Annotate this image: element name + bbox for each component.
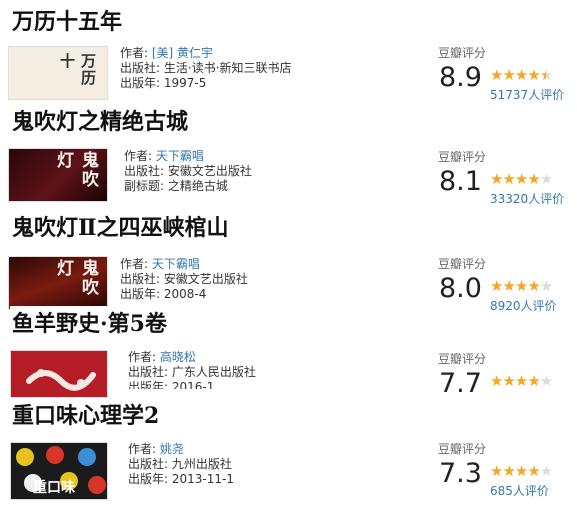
author-label: 作者:: [124, 149, 153, 163]
douban-rating: 豆瓣评分 8.1 ★★★★★ 33320人评价: [438, 148, 573, 216]
book-entry-5: 重口味心理学2 重口味 作者: 姚尧 出版社: 九州出版社 出版年: 2013-…: [0, 398, 577, 500]
book-cover[interactable]: 鬼吹灯: [8, 148, 108, 202]
rating-count-link[interactable]: 33320人评价: [490, 190, 564, 207]
rating-source-label: 豆瓣评分: [438, 46, 487, 60]
star-half-icon: ★: [539, 66, 553, 84]
rating-source-label: 豆瓣评分: [438, 257, 487, 271]
publisher-value: 广东人民出版社: [171, 365, 256, 379]
star-icon: ★★★★: [490, 66, 541, 84]
star-icon: ★★★★: [490, 372, 541, 390]
author-link[interactable]: 天下霸唱: [152, 257, 200, 271]
star-rating: ★★★★★: [490, 462, 553, 480]
publisher-value: 安徽文艺出版社: [167, 164, 252, 178]
author-link[interactable]: 姚尧: [160, 442, 184, 456]
publisher-label: 出版社:: [124, 164, 165, 178]
book-meta: 作者: [美] 黄仁宇 出版社: 生活·读书·新知三联书店 出版年: 1997-…: [120, 46, 292, 91]
rating-score: 8.0: [439, 273, 482, 304]
book-entry-2: 鬼吹灯之精绝古城 鬼吹灯 作者: 天下霸唱 出版社: 安徽文艺出版社 副标题: …: [0, 100, 577, 208]
book-title[interactable]: 万历十五年: [10, 4, 125, 36]
subtitle-value: 之精绝古城: [167, 179, 228, 193]
book-title[interactable]: 鱼羊野史·第5卷: [10, 306, 169, 338]
book-title[interactable]: 鬼吹灯Ⅱ之四巫峡棺山: [10, 210, 231, 242]
publisher-label: 出版社:: [120, 61, 161, 75]
pubyear-label: 出版年:: [128, 380, 169, 389]
star-icon: ★★★★: [490, 170, 541, 188]
cover-title-text: 鬼吹灯: [53, 259, 98, 297]
douban-rating: 豆瓣评分 7.3 ★★★★★ 685人评价: [438, 440, 573, 508]
publisher-value: 九州出版社: [171, 457, 232, 471]
book-cover[interactable]: [10, 350, 108, 398]
book-entry-4: 鱼羊野史·第5卷 作者: 高晓松 出版社: 广东人民出版社 出版年: 2016-…: [0, 306, 577, 398]
book-entry-3: 鬼吹灯Ⅱ之四巫峡棺山 鬼吹灯 作者: 天下霸唱 出版社: 安徽文艺出版社 出版年…: [0, 208, 577, 313]
book-title[interactable]: 鬼吹灯之精绝古城: [10, 104, 191, 136]
book-entry-1: 万历十五年 万历十 作者: [美] 黄仁宇 出版社: 生活·读书·新知三联书店 …: [0, 0, 577, 102]
book-cover[interactable]: 鬼吹灯: [8, 256, 108, 310]
pubyear-label: 出版年:: [128, 472, 169, 486]
book-meta: 作者: 天下霸唱 出版社: 安徽文艺出版社 出版年: 2008-4: [120, 257, 248, 302]
star-empty-icon: ★: [539, 372, 553, 390]
rating-count-link[interactable]: 685人评价: [490, 482, 549, 499]
pubyear-value: 2016-1: [171, 380, 215, 389]
cover-title-text: 重口味: [33, 480, 75, 496]
star-rating: ★★★★★: [490, 170, 553, 188]
pubyear-value: 2013-11-1: [171, 472, 234, 486]
publisher-value: 生活·读书·新知三联书店: [163, 61, 292, 75]
book-cover[interactable]: 重口味: [10, 442, 108, 500]
rating-score: 8.9: [439, 62, 482, 93]
author-link[interactable]: [美] 黄仁宇: [152, 46, 213, 60]
douban-rating: 豆瓣评分 7.7 ★★★★★: [438, 350, 573, 398]
author-label: 作者:: [128, 442, 157, 456]
rating-score: 7.7: [439, 368, 482, 398]
author-label: 作者:: [120, 46, 149, 60]
pubyear-value: 1997-5: [163, 76, 207, 90]
author-label: 作者:: [128, 350, 157, 364]
cover-title-text: 万历十: [58, 53, 97, 87]
rating-source-label: 豆瓣评分: [438, 352, 487, 366]
rating-source-label: 豆瓣评分: [438, 442, 487, 456]
author-label: 作者:: [120, 257, 149, 271]
star-rating: ★★★★★: [490, 277, 553, 295]
rating-score: 8.1: [439, 166, 482, 197]
rating-source-label: 豆瓣评分: [438, 150, 487, 164]
star-rating: ★★★★★: [490, 66, 553, 84]
star-empty-icon: ★: [539, 462, 553, 480]
pubyear-label: 出版年:: [120, 287, 161, 301]
subtitle-label: 副标题:: [124, 179, 165, 193]
book-meta: 作者: 天下霸唱 出版社: 安徽文艺出版社 副标题: 之精绝古城: [124, 149, 252, 194]
publisher-label: 出版社:: [120, 272, 161, 286]
cover-artwork: [26, 369, 96, 391]
book-title[interactable]: 重口味心理学2: [10, 398, 162, 430]
author-link[interactable]: 天下霸唱: [156, 149, 204, 163]
star-empty-icon: ★: [539, 170, 553, 188]
cover-title-text: 鬼吹灯: [53, 151, 98, 189]
publisher-label: 出版社:: [128, 365, 169, 379]
publisher-label: 出版社:: [128, 457, 169, 471]
star-icon: ★★★★: [490, 462, 541, 480]
pubyear-label: 出版年:: [120, 76, 161, 90]
publisher-value: 安徽文艺出版社: [163, 272, 248, 286]
rating-score: 7.3: [439, 458, 482, 489]
book-meta: 作者: 高晓松 出版社: 广东人民出版社 出版年: 2016-1: [128, 350, 256, 389]
author-link[interactable]: 高晓松: [160, 350, 196, 364]
star-rating: ★★★★★: [490, 372, 553, 390]
pubyear-value: 2008-4: [163, 287, 207, 301]
star-empty-icon: ★: [539, 277, 553, 295]
book-cover[interactable]: 万历十: [8, 46, 108, 100]
star-icon: ★★★★: [490, 277, 541, 295]
book-meta: 作者: 姚尧 出版社: 九州出版社 出版年: 2013-11-1: [128, 442, 234, 487]
